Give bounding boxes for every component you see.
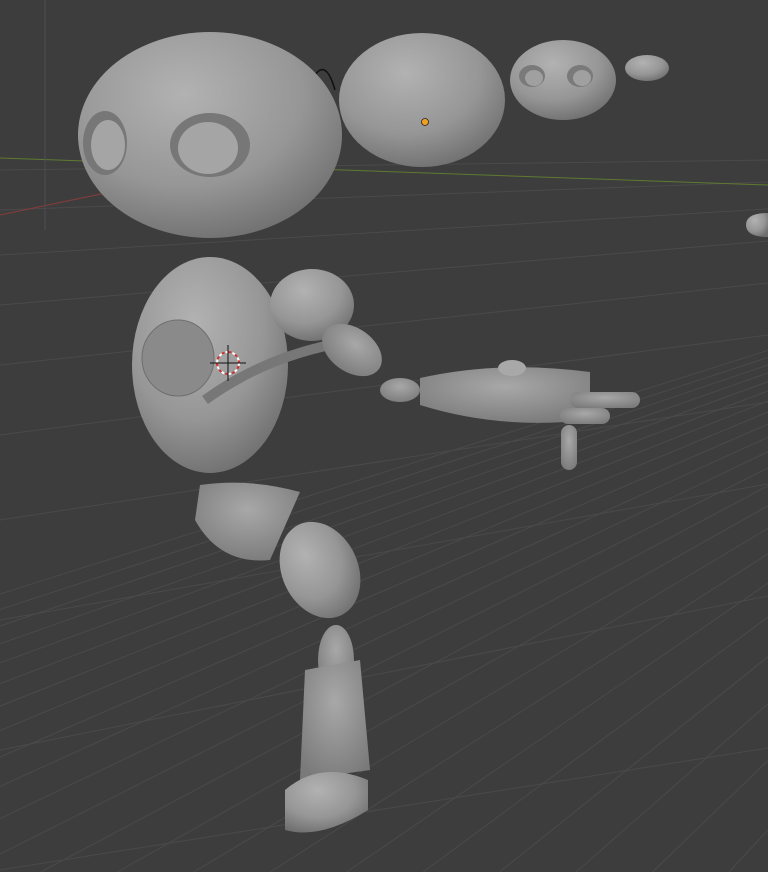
grid-line: [0, 390, 768, 685]
grid-line: [652, 760, 768, 872]
grid-line: [0, 483, 768, 621]
grid-line: [499, 656, 768, 872]
grid-line: [0, 208, 768, 256]
viewport-scene[interactable]: [0, 0, 768, 872]
grid-line: [0, 467, 768, 855]
eye: [525, 70, 543, 86]
shin-boot[interactable]: [300, 660, 370, 780]
foot[interactable]: [285, 772, 368, 833]
grid-line: [0, 364, 768, 627]
finger[interactable]: [560, 408, 610, 424]
floor-grid: [0, 159, 768, 872]
arm-cap: [498, 360, 526, 376]
head-plain[interactable]: [339, 33, 505, 167]
finger[interactable]: [570, 392, 640, 408]
eye-left: [91, 120, 125, 170]
grid-line: [346, 582, 768, 872]
object-origin-icon: [421, 118, 429, 126]
grid-line: [0, 436, 768, 787]
grid-line: [728, 829, 768, 872]
thumb[interactable]: [561, 425, 577, 470]
grid-line: [0, 381, 768, 664]
edge-object[interactable]: [746, 213, 768, 237]
chest-panel: [141, 319, 215, 397]
eye-right: [178, 122, 238, 174]
3d-viewport[interactable]: [0, 0, 768, 872]
grid-line: [193, 527, 768, 872]
grid-line: [0, 747, 768, 871]
grid-line: [40, 485, 768, 872]
grid-line: [0, 423, 768, 758]
grid-line: [0, 595, 768, 751]
grid-line: [0, 400, 768, 707]
grid-line: [0, 451, 768, 819]
head-small-far[interactable]: [625, 55, 669, 81]
eye: [573, 70, 591, 86]
grid-line: [0, 372, 768, 645]
grid-line: [422, 616, 768, 872]
wrist[interactable]: [380, 378, 420, 402]
